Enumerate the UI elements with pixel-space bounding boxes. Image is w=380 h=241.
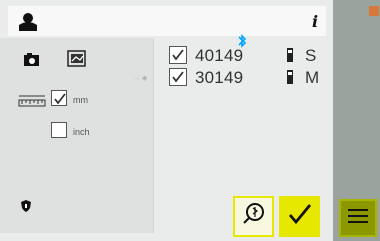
gallery-icon[interactable] [66,48,88,70]
battery-icon [285,47,295,63]
device-size-1: S [305,46,317,65]
app-screen: i mm inch 40149 S 30149 M [0,0,333,241]
unit-mm-checkbox[interactable] [51,90,67,106]
confirm-button[interactable] [279,196,320,237]
unit-inch-checkbox[interactable] [51,122,67,138]
orange-corner-icon [369,6,379,16]
device-checkbox-1[interactable] [169,46,187,64]
device-checkbox-2[interactable] [169,68,187,86]
device-size-2: M [305,68,320,87]
check-icon [285,199,315,234]
menu-button[interactable] [339,199,377,237]
camera-icon[interactable] [20,50,44,68]
menu-icon [346,207,370,230]
left-panel: mm inch [0,38,153,233]
shield-icon[interactable] [19,199,33,213]
device-id-2: 30149 [195,68,244,87]
svg-text:i: i [312,12,318,31]
panel-divider [153,38,154,233]
unit-inch-label: inch [73,127,90,137]
ruler-icon [18,94,46,108]
top-bar: i [8,6,326,36]
collapse-arrow-icon: → ◆ [133,74,149,82]
info-icon[interactable]: i [302,10,324,32]
user-icon[interactable] [16,10,40,34]
device-id-1: 40149 [195,46,244,65]
search-button[interactable] [233,196,274,237]
battery-icon [285,69,295,85]
search-icon [240,200,268,233]
unit-mm-label: mm [73,95,88,105]
